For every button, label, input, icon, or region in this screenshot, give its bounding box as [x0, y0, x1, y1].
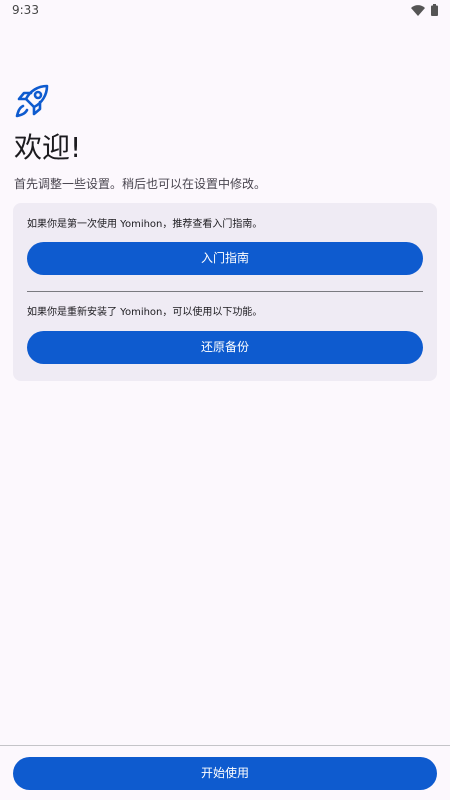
- page-subtitle: 首先调整一些设置。稍后也可以在设置中修改。: [14, 177, 267, 191]
- onboarding-card: 如果你是第一次使用 Yomihon，推荐查看入门指南。 入门指南 如果你是重新安…: [13, 203, 437, 381]
- getting-started-guide-button[interactable]: 入门指南: [27, 242, 423, 275]
- restore-backup-button[interactable]: 还原备份: [27, 331, 423, 364]
- page-title: 欢迎!: [14, 131, 82, 164]
- card-divider: [27, 291, 423, 292]
- status-time: 9:33: [12, 3, 39, 17]
- battery-icon: [431, 4, 438, 16]
- reinstall-text: 如果你是重新安装了 Yomihon，可以使用以下功能。: [27, 307, 263, 318]
- status-bar: 9:33: [0, 0, 450, 22]
- start-button[interactable]: 开始使用: [13, 757, 437, 790]
- rocket-icon: [14, 83, 50, 119]
- first-time-text: 如果你是第一次使用 Yomihon，推荐查看入门指南。: [27, 219, 263, 230]
- wifi-icon: [411, 4, 425, 16]
- bottom-divider: [0, 745, 450, 746]
- status-icons: [411, 4, 438, 16]
